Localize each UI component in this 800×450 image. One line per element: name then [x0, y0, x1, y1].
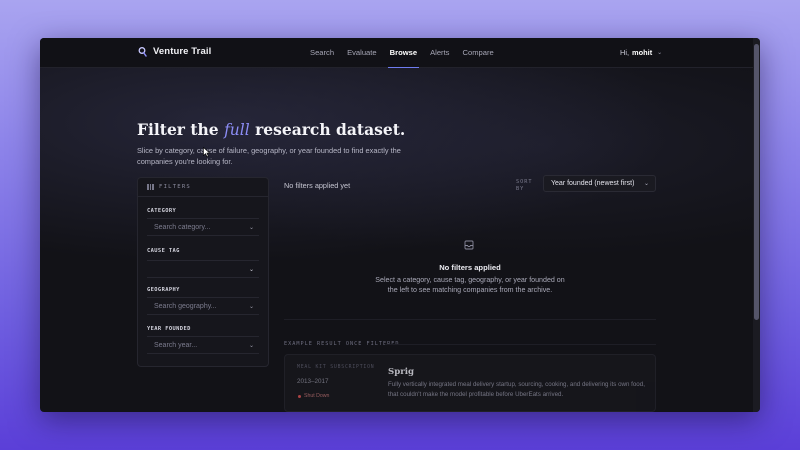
nav-item-alerts[interactable]: Alerts	[430, 38, 449, 68]
filters-header: FILTERS	[138, 178, 268, 197]
nav-item-compare[interactable]: Compare	[462, 38, 493, 68]
chevron-down-icon: ⌄	[248, 224, 254, 231]
filter-label-year-founded: YEAR FOUNDED	[147, 326, 191, 332]
filters-title: FILTERS	[159, 184, 191, 190]
title-accent: full	[224, 121, 250, 139]
chevron-down-icon: ⌄	[248, 266, 254, 273]
chevron-down-icon: ⌄	[248, 342, 254, 349]
category-placeholder: Search category...	[154, 223, 211, 231]
geography-placeholder: Search geography...	[154, 302, 217, 310]
filter-label-geography: GEOGRAPHY	[147, 287, 180, 293]
filters-panel: FILTERS CATEGORY Search category... ⌄ CA…	[137, 177, 269, 367]
example-section-label: EXAMPLE RESULT ONCE FILTERED	[284, 341, 400, 347]
sort-value: Year founded (newest first)	[551, 180, 635, 187]
user-menu[interactable]: Hi, mohit ⌄	[620, 48, 662, 57]
title-part-1: Filter the	[137, 120, 219, 139]
cause-tag-select[interactable]: ⌄	[147, 260, 259, 278]
map-pin-icon	[138, 46, 147, 57]
chevron-down-icon: ⌄	[248, 303, 254, 310]
user-greeting: Hi,	[620, 48, 630, 57]
empty-state-icon	[462, 238, 476, 250]
brand-logo-link[interactable]: Venture Trail	[138, 46, 211, 57]
scrollbar-thumb[interactable]	[754, 44, 759, 320]
divider	[385, 344, 656, 345]
filter-label-cause-tag: CAUSE TAG	[147, 248, 180, 254]
filter-label-category: CATEGORY	[147, 208, 177, 214]
geography-select[interactable]: Search geography... ⌄	[147, 297, 259, 315]
status-badge: Shut Down	[298, 393, 329, 399]
mouse-cursor-icon	[203, 145, 211, 158]
nav-item-evaluate[interactable]: Evaluate	[347, 38, 377, 68]
example-status: Shut Down	[304, 393, 330, 399]
filter-category: CATEGORY Search category... ⌄	[147, 208, 259, 236]
filter-cause-tag: CAUSE TAG ⌄	[147, 248, 259, 278]
filter-geography: GEOGRAPHY Search geography... ⌄	[147, 287, 259, 315]
user-name: mohit	[632, 48, 653, 57]
empty-state-description: Select a category, cause tag, geography,…	[375, 276, 565, 294]
chevron-down-icon: ⌄	[643, 181, 649, 187]
title-part-2: research dataset.	[255, 120, 406, 139]
main-nav: Search Evaluate Browse Alerts Compare	[310, 38, 494, 68]
example-result-card: MEAL KIT SUBSCRIPTION 2013–2017 Shut Dow…	[284, 354, 656, 412]
results-status: No filters applied yet	[284, 181, 351, 190]
columns-icon	[147, 184, 154, 190]
divider	[284, 319, 656, 320]
example-years: 2013–2017	[297, 378, 329, 385]
sort-select[interactable]: Year founded (newest first) ⌄	[543, 175, 656, 192]
nav-item-search[interactable]: Search	[310, 38, 334, 68]
sort-label: SORT BY	[516, 179, 533, 192]
example-description: Fully vertically integrated meal deliver…	[388, 381, 645, 398]
example-company-name: Sprig	[388, 367, 415, 377]
browser-window: Venture Trail Search Evaluate Browse Ale…	[40, 38, 760, 412]
filter-year-founded: YEAR FOUNDED Search year... ⌄	[147, 326, 259, 354]
page-subtitle: Slice by category, cause of failure, geo…	[137, 146, 401, 166]
scrollbar[interactable]	[753, 38, 760, 412]
chevron-down-icon: ⌄	[657, 50, 663, 56]
top-navigation-bar: Venture Trail Search Evaluate Browse Ale…	[40, 38, 753, 68]
nav-item-browse[interactable]: Browse	[387, 38, 420, 68]
year-select[interactable]: Search year... ⌄	[147, 336, 259, 354]
category-select[interactable]: Search category... ⌄	[147, 218, 259, 236]
empty-state-title: No filters applied	[439, 263, 501, 272]
year-placeholder: Search year...	[154, 341, 198, 349]
page-title: Filter the full research dataset.	[137, 120, 405, 139]
status-dot-icon	[298, 394, 301, 398]
brand-name: Venture Trail	[153, 46, 212, 57]
example-category-tag: MEAL KIT SUBSCRIPTION	[297, 365, 375, 370]
